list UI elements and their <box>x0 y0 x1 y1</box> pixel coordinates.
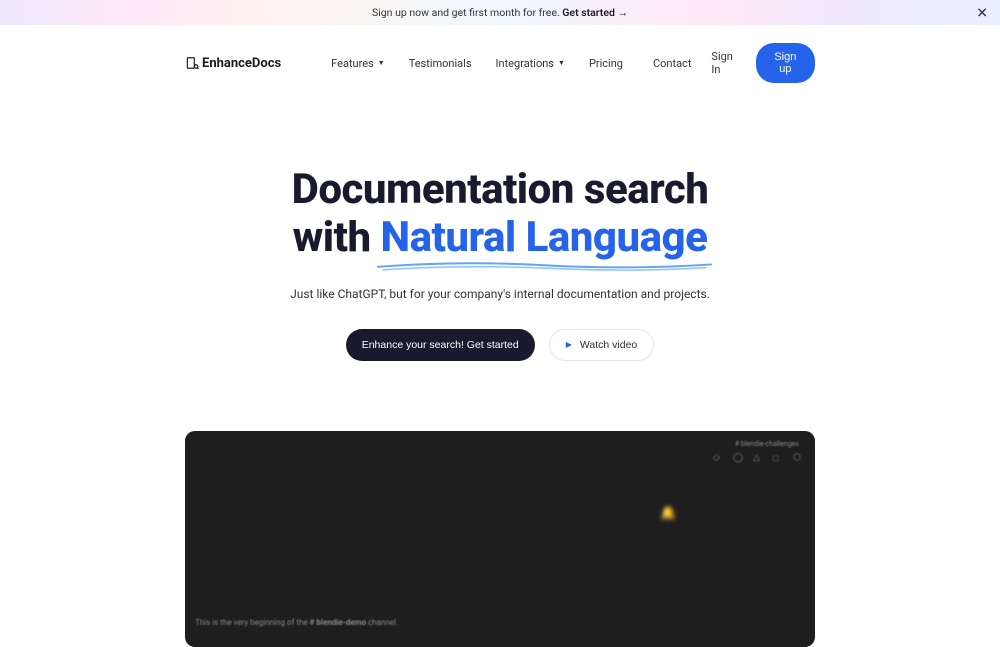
signup-button[interactable]: Sign up <box>756 43 815 83</box>
hero-section: Documentation search with Natural Langua… <box>0 101 1000 391</box>
hero-actions: Enhance your search! Get started ▶ Watch… <box>60 329 940 361</box>
watch-video-button[interactable]: ▶ Watch video <box>549 329 655 361</box>
close-icon: ✕ <box>976 4 988 20</box>
nav-testimonials[interactable]: Testimonials <box>409 57 472 70</box>
hero-title: Documentation search with Natural Langua… <box>60 166 940 263</box>
promo-banner: Sign up now and get first month for free… <box>0 0 1000 25</box>
video-top-bar: # blendie-challenges <box>735 440 803 448</box>
promo-text: Sign up now and get first month for free… <box>372 6 562 19</box>
promo-close-button[interactable]: ✕ <box>976 4 988 21</box>
logo-icon <box>185 56 199 70</box>
logo[interactable]: EnhanceDocs <box>185 56 281 71</box>
blurred-icon: ◇ <box>713 453 723 463</box>
hero-highlight: Natural Language <box>381 214 708 262</box>
blurred-icon: ◯ <box>733 453 743 463</box>
bell-icon: 🔔 <box>660 506 675 521</box>
chevron-down-icon: ▼ <box>558 59 565 67</box>
demo-video[interactable]: # blendie-challenges ◇ ◯ △ □ ⬡ 🔔 This is… <box>185 431 815 647</box>
video-icon-bar: ◇ ◯ △ □ ⬡ <box>713 453 803 463</box>
brand-name: EnhanceDocs <box>202 56 281 71</box>
get-started-button[interactable]: Enhance your search! Get started <box>346 329 535 361</box>
video-caption: This is the very beginning of the # blen… <box>195 618 398 627</box>
blurred-icon: □ <box>773 453 783 463</box>
hero-subtitle: Just like ChatGPT, but for your company'… <box>60 287 940 301</box>
nav-integrations[interactable]: Integrations ▼ <box>496 57 565 70</box>
nav-features[interactable]: Features ▼ <box>331 57 385 70</box>
underline-decoration-icon <box>373 259 716 273</box>
nav-right: Contact Sign In Sign up <box>653 43 815 83</box>
blurred-icon: ⬡ <box>793 453 803 463</box>
play-icon: ▶ <box>566 340 572 349</box>
blurred-icon: △ <box>753 453 763 463</box>
main-nav: Features ▼ Testimonials Integrations ▼ P… <box>331 57 623 70</box>
signin-link[interactable]: Sign In <box>711 50 735 76</box>
nav-contact[interactable]: Contact <box>653 57 691 70</box>
chevron-down-icon: ▼ <box>378 59 385 67</box>
nav-pricing[interactable]: Pricing <box>589 57 623 70</box>
promo-cta-link[interactable]: Get started → <box>562 6 628 19</box>
header: EnhanceDocs Features ▼ Testimonials Inte… <box>0 25 1000 101</box>
